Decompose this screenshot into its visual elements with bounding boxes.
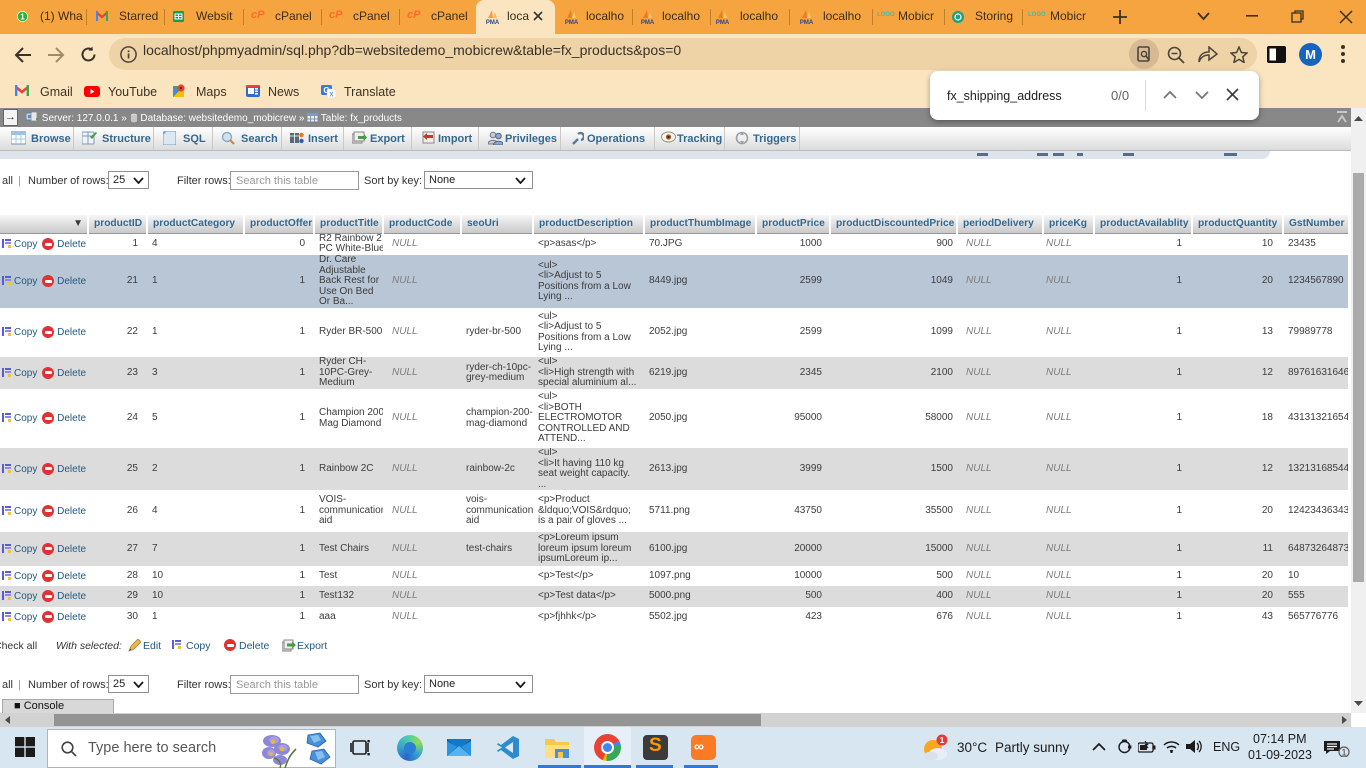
svg-text:PMA: PMA [641,20,654,24]
svg-text:PMA: PMA [716,20,729,24]
svg-text:x: x [330,90,334,99]
svg-text:1: 1 [20,12,25,21]
svg-text:1: 1 [940,735,945,745]
svg-text:PMA: PMA [800,20,813,24]
svg-text:PMA: PMA [486,20,499,24]
svg-text:PMA: PMA [565,20,578,24]
svg-text:1: 1 [1341,747,1346,757]
